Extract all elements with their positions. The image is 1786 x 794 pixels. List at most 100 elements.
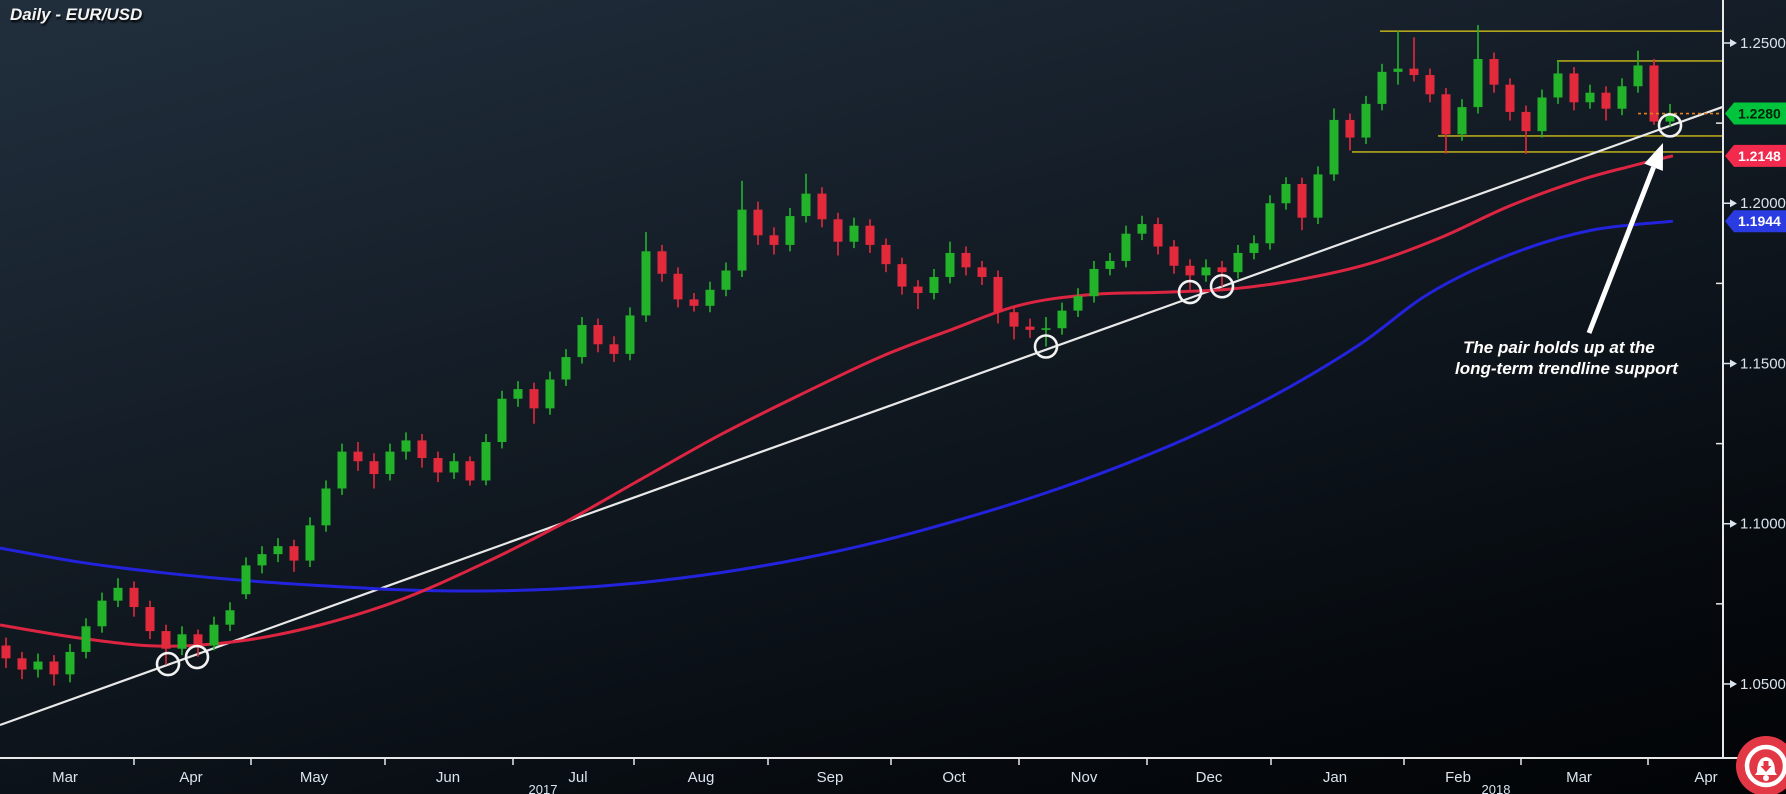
chart-canvas[interactable]: 1.25001.20001.15001.10001.05001.22801.21… <box>0 0 1786 794</box>
bear-candle <box>898 264 907 286</box>
bull-candle <box>850 226 859 242</box>
bull-candle <box>514 389 523 399</box>
bear-candle <box>770 235 779 245</box>
bull-candle <box>242 565 251 594</box>
bear-candle <box>1154 224 1163 246</box>
bear-candle <box>754 210 763 236</box>
bull-candle <box>450 461 459 472</box>
y-tick-arrow-icon <box>1730 680 1737 688</box>
year-label: 2018 <box>1482 782 1511 794</box>
bear-candle <box>354 452 363 462</box>
bear-candle <box>674 274 683 300</box>
bear-candle <box>1602 93 1611 109</box>
bull-candle <box>1378 72 1387 104</box>
bull-candle <box>82 626 91 652</box>
bull-candle <box>34 662 43 670</box>
annotation-arrow-shaft <box>1589 167 1654 333</box>
bull-candle <box>546 380 555 409</box>
bear-candle <box>866 226 875 245</box>
bull-candle <box>786 216 795 245</box>
bear-candle <box>1026 327 1035 330</box>
annotation-text-line1: The pair holds up at the <box>1463 338 1655 357</box>
axes-layer: 1.25001.20001.15001.10001.05001.22801.21… <box>0 0 1786 794</box>
bear-candle <box>290 546 299 560</box>
bear-candle <box>130 588 139 607</box>
forexlive-logo-icon <box>1736 736 1786 794</box>
blue-ma-badge: 1.1944 <box>1725 210 1786 232</box>
bear-candle <box>194 634 203 645</box>
bull-candle <box>1394 69 1403 72</box>
y-axis-label: 1.1000 <box>1740 516 1786 533</box>
bear-candle <box>1570 73 1579 102</box>
bear-candle <box>1490 59 1499 85</box>
month-label: Mar <box>52 769 78 786</box>
bull-candle <box>738 210 747 271</box>
bull-candle <box>706 290 715 306</box>
chart-title: Daily - EUR/USD <box>10 5 142 24</box>
bull-candle <box>578 325 587 357</box>
bull-candle <box>1234 253 1243 272</box>
month-label: Dec <box>1196 769 1223 786</box>
y-axis-label: 1.0500 <box>1740 676 1786 693</box>
bear-candle <box>2 646 11 659</box>
bear-candle <box>418 440 427 458</box>
price-badge-value: 1.2148 <box>1738 148 1781 164</box>
bull-candle <box>1634 65 1643 86</box>
bear-candle <box>978 267 987 277</box>
bear-candle <box>658 251 667 273</box>
bear-candle <box>1426 75 1435 94</box>
month-label: Jul <box>568 769 587 786</box>
month-label: Oct <box>942 769 966 786</box>
price-badge-value: 1.1944 <box>1738 213 1781 229</box>
bull-candle <box>1122 234 1131 261</box>
bear-candle <box>1410 69 1419 75</box>
price-badge-value: 1.2280 <box>1738 106 1781 122</box>
bear-candle <box>162 631 171 649</box>
bull-candle <box>946 253 955 277</box>
bull-candle <box>498 399 507 442</box>
bull-candle <box>930 277 939 293</box>
candles-layer <box>2 25 1675 686</box>
bear-candle <box>146 607 155 631</box>
bear-candle <box>690 299 699 305</box>
bull-candle <box>1282 184 1291 203</box>
bull-candle <box>322 488 331 525</box>
bull-candle <box>1106 261 1115 269</box>
bull-candle <box>1042 328 1051 330</box>
bull-candle <box>1058 311 1067 329</box>
y-axis-label: 1.2500 <box>1740 35 1786 52</box>
bull-candle <box>1474 59 1483 107</box>
bull-candle <box>802 194 811 216</box>
bull-candle <box>1074 296 1083 310</box>
bull-candle <box>482 442 491 480</box>
bear-candle <box>914 287 923 293</box>
bull-candle <box>1090 269 1099 296</box>
bull-candle <box>1266 203 1275 243</box>
bull-candle <box>722 271 731 290</box>
bull-candle <box>1250 243 1259 253</box>
y-tick-arrow-icon <box>1730 39 1737 47</box>
bear-candle <box>434 458 443 472</box>
chart-window: 1.25001.20001.15001.10001.05001.22801.21… <box>0 0 1786 794</box>
month-label: Aug <box>688 769 715 786</box>
y-axis-label: 1.2000 <box>1740 195 1786 212</box>
bull-candle <box>274 546 283 554</box>
red-ma-badge: 1.2148 <box>1725 145 1786 167</box>
bull-candle <box>1362 104 1371 138</box>
y-tick-arrow-icon <box>1730 359 1737 367</box>
year-label: 2017 <box>529 782 558 794</box>
bull-candle <box>226 610 235 624</box>
bear-candle <box>466 461 475 480</box>
month-label: Mar <box>1566 769 1592 786</box>
bull-candle <box>1586 93 1595 103</box>
bull-candle <box>210 625 219 646</box>
month-label: Nov <box>1071 769 1098 786</box>
bear-candle <box>1506 85 1515 112</box>
bull-candle <box>386 452 395 474</box>
bear-candle <box>818 194 827 220</box>
bull-candle <box>1538 97 1547 131</box>
bear-candle <box>18 658 27 669</box>
long-term-trendline[interactable] <box>0 107 1723 725</box>
bear-candle <box>1442 94 1451 134</box>
month-label: Feb <box>1445 769 1471 786</box>
